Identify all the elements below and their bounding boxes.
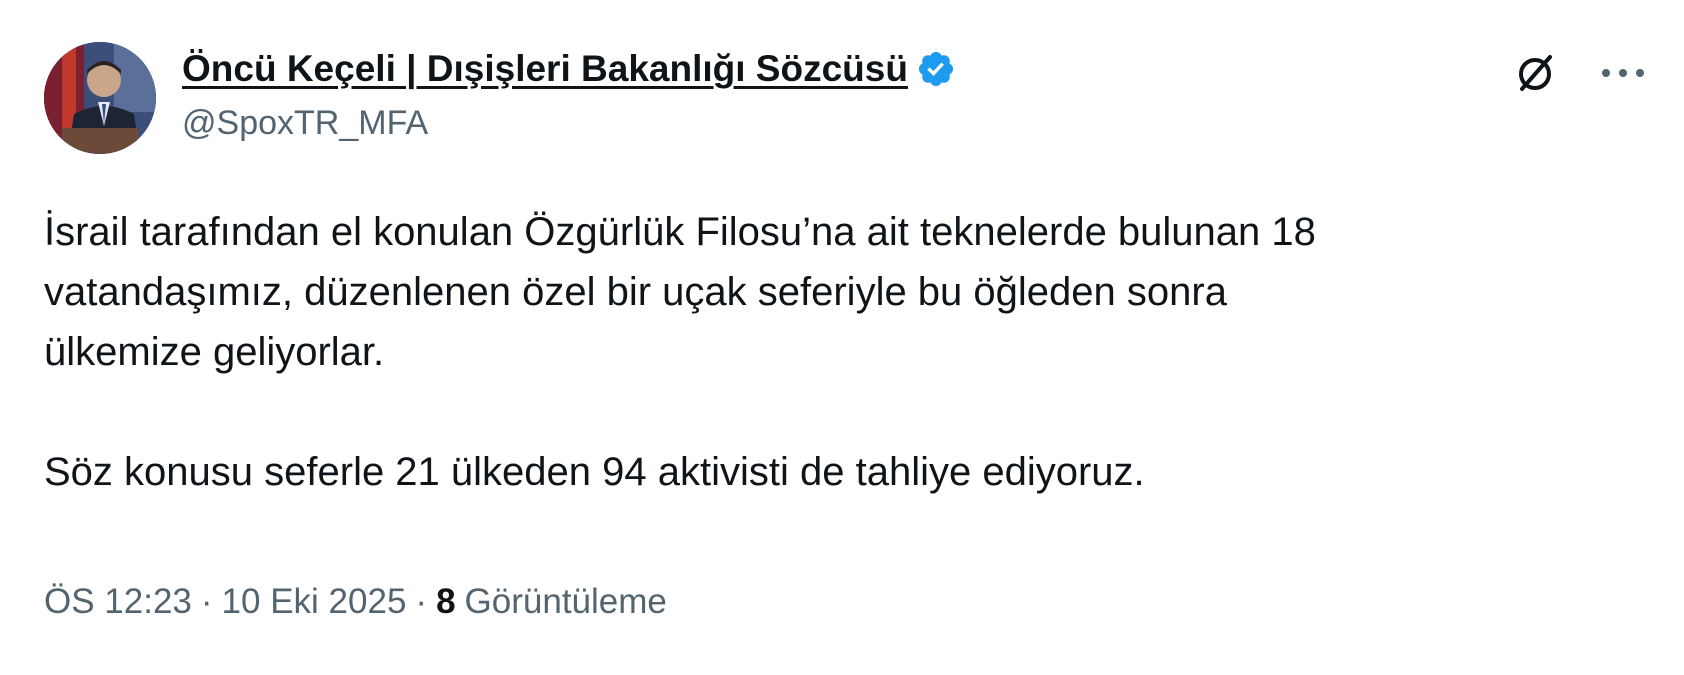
meta-separator: · [200,582,213,621]
author-handle[interactable]: @SpoxTR_MFA [182,104,956,143]
tweet-time[interactable]: ÖS 12:23 [44,582,192,622]
tweet-card: Öncü Keçeli | Dışişleri Bakanlığı Sözcüs… [0,0,1684,675]
tweet-text: İsrail tarafından el konulan Özgürlük Fi… [44,202,1644,502]
tweet-paragraph: Söz konusu seferle 21 ülkeden 94 aktivis… [44,450,1145,494]
tweet-meta: ÖS 12:23 · 10 Eki 2025 · 8 Görüntüleme [44,582,667,622]
avatar-photo-icon [44,42,156,154]
verified-badge-icon [916,49,956,89]
more-options-icon[interactable] [1598,50,1648,96]
tweet-header: Öncü Keçeli | Dışişleri Bakanlığı Sözcüs… [182,42,956,143]
tweet-paragraph: İsrail tarafından el konulan Özgürlük Fi… [44,210,1316,374]
name-row: Öncü Keçeli | Dışişleri Bakanlığı Sözcüs… [182,42,956,96]
views-count: 8 [436,582,456,621]
views-label: Görüntüleme [464,582,667,621]
author-display-name[interactable]: Öncü Keçeli | Dışişleri Bakanlığı Sözcüs… [182,48,908,90]
tweet-date[interactable]: 10 Eki 2025 [222,582,407,622]
tweet-top-actions [1510,50,1648,96]
meta-separator: · [415,582,428,621]
grok-icon[interactable] [1510,50,1560,96]
avatar[interactable] [44,42,156,154]
